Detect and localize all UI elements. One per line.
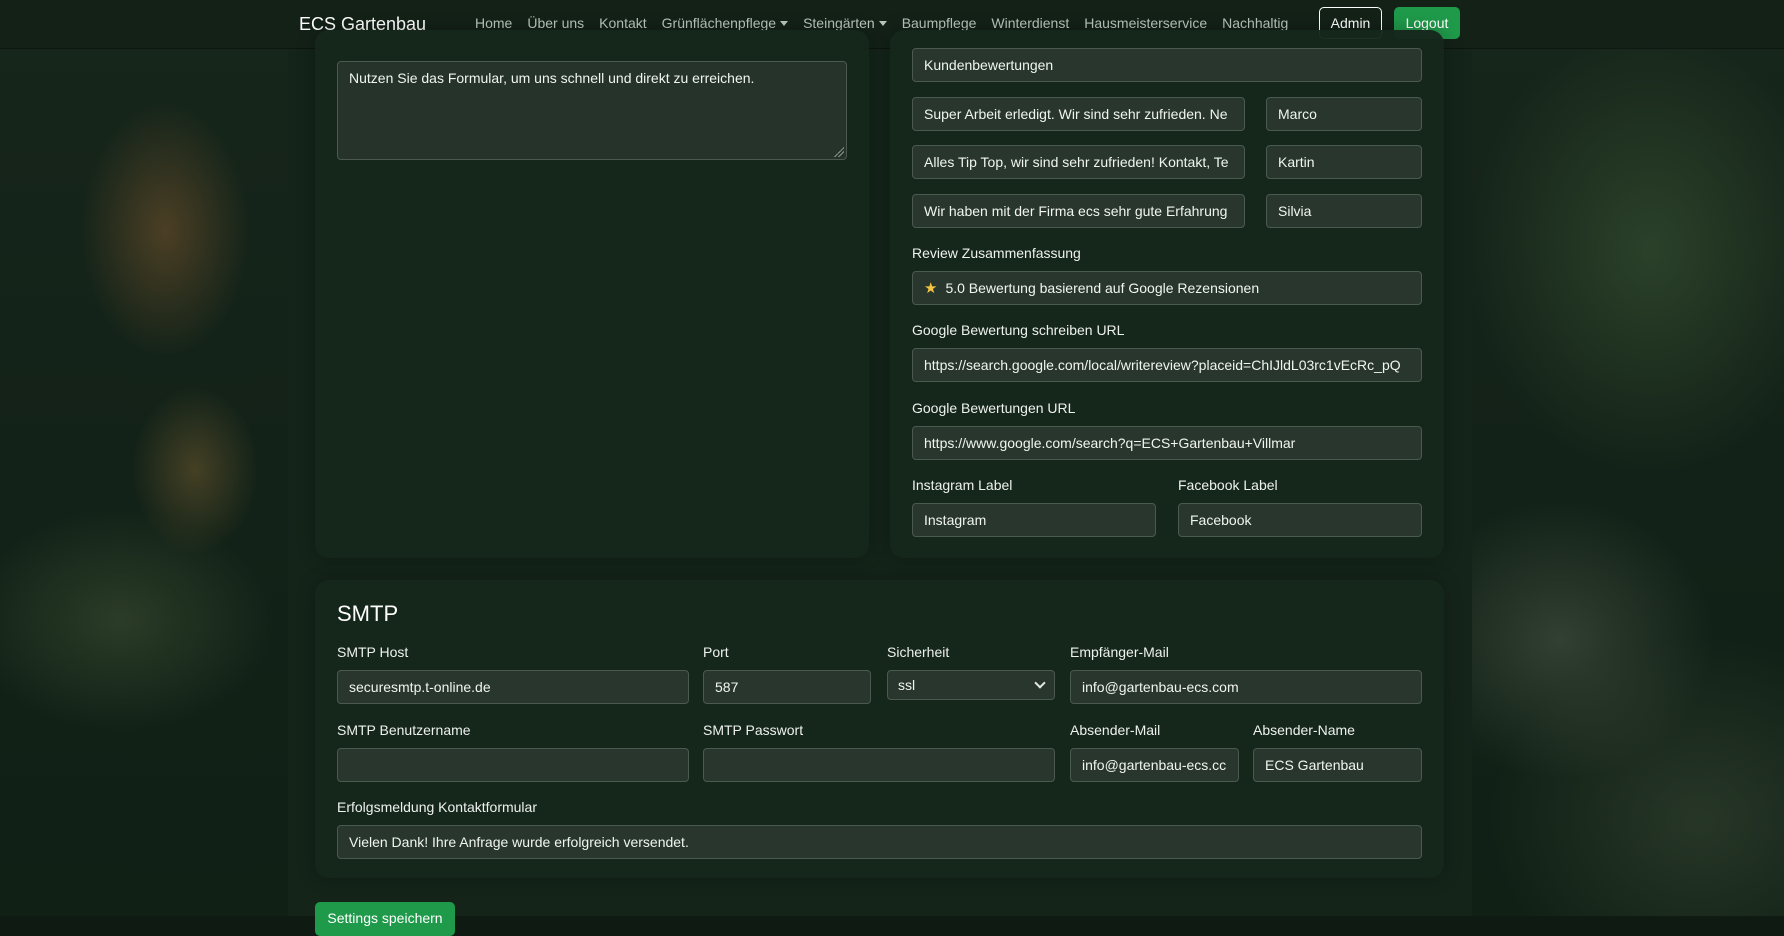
- smtp-security-select[interactable]: ssl: [887, 670, 1055, 700]
- nav-home[interactable]: Home: [475, 15, 512, 31]
- nav-steingaerten-dropdown[interactable]: Steingärten: [803, 15, 887, 31]
- review-text-input-2[interactable]: Alles Tip Top, wir sind sehr zufrieden! …: [912, 145, 1245, 179]
- nav-steingaerten-label: Steingärten: [803, 15, 875, 31]
- smtp-host-label: SMTP Host: [337, 644, 409, 660]
- nav-nachhaltig-label: Nachhaltig: [1222, 15, 1289, 31]
- nav-contact[interactable]: Kontakt: [599, 15, 646, 31]
- nav-baumpflege[interactable]: Baumpflege: [902, 15, 977, 31]
- smtp-username-label: SMTP Benutzername: [337, 722, 471, 738]
- nav-about-label: Über uns: [527, 15, 585, 31]
- review-name-input-2[interactable]: Kartin: [1266, 145, 1422, 179]
- smtp-host-input[interactable]: securesmtp.t-online.de: [337, 670, 689, 704]
- nav-home-label: Home: [475, 15, 513, 31]
- contact-intro-text: Nutzen Sie das Formular, um uns schnell …: [349, 70, 755, 86]
- nav-gruenflaechenpflege-dropdown[interactable]: Grünflächenpflege: [661, 15, 789, 31]
- smtp-password-input[interactable]: [703, 748, 1055, 782]
- reviews-heading-input[interactable]: Kundenbewertungen: [912, 48, 1422, 82]
- caret-down-icon: [780, 20, 789, 26]
- nav-links: Home Über uns Kontakt Grünflächenpflege …: [475, 15, 1303, 31]
- google-write-review-input[interactable]: https://search.google.com/local/writerev…: [912, 348, 1422, 382]
- sender-name-label: Absender-Name: [1253, 722, 1355, 738]
- nav-hausmeisterservice-label: Hausmeisterservice: [1084, 15, 1208, 31]
- save-settings-button[interactable]: Settings speichern: [315, 902, 455, 936]
- smtp-port-input[interactable]: 587: [703, 670, 871, 704]
- resize-handle-icon[interactable]: [834, 147, 844, 157]
- smtp-username-input[interactable]: [337, 748, 689, 782]
- success-message-label: Erfolgsmeldung Kontaktformular: [337, 799, 537, 815]
- sender-name-input[interactable]: ECS Gartenbau: [1253, 748, 1422, 782]
- success-message-input[interactable]: Vielen Dank! Ihre Anfrage wurde erfolgre…: [337, 825, 1422, 859]
- review-name-input-1[interactable]: Marco: [1266, 97, 1422, 131]
- instagram-input[interactable]: Instagram: [912, 503, 1156, 537]
- caret-down-icon: [878, 20, 887, 26]
- facebook-label: Facebook Label: [1178, 477, 1278, 493]
- google-reviews-label: Google Bewertungen URL: [912, 400, 1076, 416]
- nav-nachhaltig[interactable]: Nachhaltig: [1222, 15, 1288, 31]
- smtp-security-value: ssl: [898, 677, 916, 693]
- recipient-mail-label: Empfänger-Mail: [1070, 644, 1169, 660]
- smtp-section-title: SMTP: [337, 601, 399, 626]
- star-icon: ★: [924, 280, 938, 297]
- sender-mail-input[interactable]: info@gartenbau-ecs.cc: [1070, 748, 1239, 782]
- nav-winterdienst[interactable]: Winterdienst: [991, 15, 1069, 31]
- recipient-mail-input[interactable]: info@gartenbau-ecs.com: [1070, 670, 1422, 704]
- nav-about[interactable]: Über uns: [527, 15, 584, 31]
- nav-hausmeisterservice[interactable]: Hausmeisterservice: [1084, 15, 1207, 31]
- review-name-input-3[interactable]: Silvia: [1266, 194, 1422, 228]
- chevron-down-icon: [1034, 677, 1046, 689]
- review-summary-input[interactable]: ★ 5.0 Bewertung basierend auf Google Rez…: [912, 271, 1422, 305]
- review-summary-label: Review Zusammenfassung: [912, 245, 1081, 261]
- google-reviews-input[interactable]: https://www.google.com/search?q=ECS+Gart…: [912, 426, 1422, 460]
- facebook-input[interactable]: Facebook: [1178, 503, 1422, 537]
- smtp-password-label: SMTP Passwort: [703, 722, 804, 738]
- smtp-security-label: Sicherheit: [887, 644, 950, 660]
- nav-contact-label: Kontakt: [599, 15, 647, 31]
- smtp-port-label: Port: [703, 644, 729, 660]
- review-summary-text: 5.0 Bewertung basierend auf Google Rezen…: [945, 280, 1260, 296]
- instagram-label: Instagram Label: [912, 477, 1013, 493]
- review-text-input-1[interactable]: Super Arbeit erledigt. Wir sind sehr zuf…: [912, 97, 1245, 131]
- nav-baumpflege-label: Baumpflege: [901, 15, 977, 31]
- google-write-review-label: Google Bewertung schreiben URL: [912, 322, 1125, 338]
- review-text-input-3[interactable]: Wir haben mit der Firma ecs sehr gute Er…: [912, 194, 1245, 228]
- nav-gruenflaechenpflege-label: Grünflächenpflege: [661, 15, 777, 31]
- sender-mail-label: Absender-Mail: [1070, 722, 1161, 738]
- nav-winterdienst-label: Winterdienst: [991, 15, 1070, 31]
- contact-intro-textarea[interactable]: Nutzen Sie das Formular, um uns schnell …: [337, 61, 847, 160]
